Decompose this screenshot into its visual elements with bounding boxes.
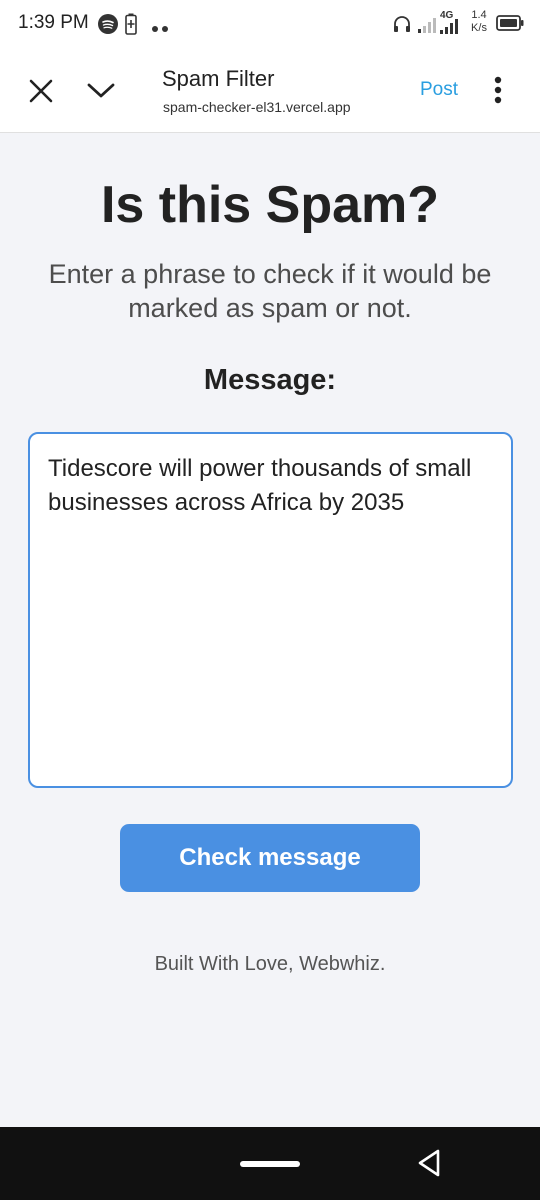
signal-icon	[439, 18, 459, 39]
headphones-icon	[393, 15, 411, 38]
more-vert-icon[interactable]	[484, 72, 512, 108]
back-icon[interactable]	[414, 1147, 444, 1184]
navigation-bar	[0, 1127, 540, 1200]
signal-icon	[417, 17, 437, 38]
check-message-button[interactable]: Check message	[120, 824, 420, 892]
home-handle[interactable]	[240, 1161, 300, 1167]
page-url: spam-checker-el31.vercel.app	[163, 99, 351, 115]
speed-unit: K/s	[471, 22, 487, 34]
battery-icon	[496, 15, 524, 36]
speed-value: 1.4	[471, 9, 487, 21]
post-button[interactable]: Post	[420, 79, 458, 101]
status-bar: 1:39 PM 4G 1.4 K/s	[0, 0, 540, 48]
more-dots-icon	[151, 20, 171, 38]
main-heading: Is this Spam?	[100, 176, 440, 234]
spotify-icon	[98, 14, 118, 39]
close-icon[interactable]	[24, 74, 58, 108]
status-time: 1:39 PM	[18, 12, 89, 33]
page-title: Spam Filter	[162, 66, 275, 91]
battery-saver-icon	[125, 13, 137, 40]
message-label: Message:	[203, 364, 337, 396]
network-speed: 1.4 K/s	[467, 9, 491, 35]
page-content: Is this Spam? Enter a phrase to check if…	[0, 133, 540, 1127]
browser-toolbar: Spam Filter spam-checker-el31.vercel.app…	[0, 48, 540, 133]
chevron-down-icon[interactable]	[84, 74, 118, 108]
footer-credit: Built With Love, Webwhiz.	[154, 953, 386, 975]
subtitle: Enter a phrase to check if it would be m…	[48, 259, 492, 323]
message-input[interactable]: Tidescore will power thousands of small …	[28, 432, 513, 788]
